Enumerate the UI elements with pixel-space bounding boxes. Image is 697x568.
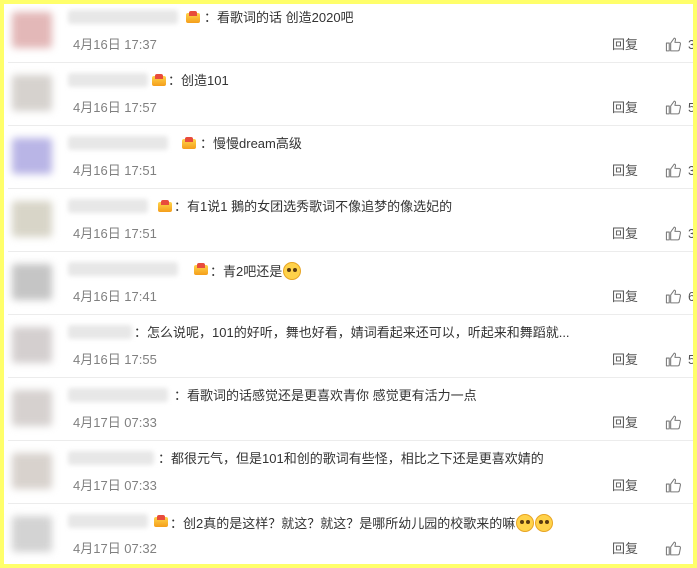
thumbs-up-icon <box>665 226 681 240</box>
comment-body: 创造101 <box>181 73 229 88</box>
comment-item: ：创造101 4月16日 17:57 回复 5 <box>8 63 693 126</box>
like-button[interactable] <box>665 476 688 494</box>
reply-button[interactable]: 回复 <box>612 415 638 431</box>
username-blurred[interactable] <box>68 136 168 150</box>
avatar[interactable] <box>12 516 52 552</box>
comment-text: ：创2真的是这样？就这？就这？是哪所幼儿园的校歌来的嘛 <box>170 514 554 532</box>
comment-body: 都很元气，但是101和创的歌词有些怪，相比之下还是更喜欢婧的 <box>171 451 544 466</box>
avatar[interactable] <box>12 453 52 489</box>
comment-text: ：慢慢dream高级 <box>200 136 302 151</box>
comment-item: ：有1说1 鵝的女团选秀歌词不像追梦的像选妃的 4月16日 17:51 回复 3 <box>8 189 693 252</box>
thumbs-up-icon <box>665 37 681 51</box>
reply-button[interactable]: 回复 <box>612 289 638 305</box>
username-blurred[interactable] <box>68 325 132 339</box>
avatar[interactable] <box>12 201 52 237</box>
surprised-face-icon <box>516 514 535 532</box>
comment-text: ：看歌词的话 创造2020吧 <box>204 10 354 25</box>
comment-text: ：有1说1 鵝的女团选秀歌词不像追梦的像选妃的 <box>174 199 453 214</box>
thumbs-up-icon <box>665 478 681 492</box>
thumbs-up-icon <box>665 541 681 555</box>
like-count: 3 <box>688 162 696 178</box>
reply-button[interactable]: 回复 <box>612 226 638 242</box>
like-button[interactable]: 3 <box>665 224 696 242</box>
comment-item: ：青2吧还是 4月16日 17:41 回复 6 <box>8 252 693 315</box>
comment-body: 看歌词的话感觉还是更喜欢青你 感觉更有活力一点 <box>187 388 477 403</box>
like-button[interactable]: 3 <box>665 35 696 53</box>
comment-time: 4月16日 17:51 <box>73 226 157 241</box>
avatar[interactable] <box>12 138 52 174</box>
like-button[interactable]: 5 <box>665 98 696 116</box>
comment-time: 4月16日 17:37 <box>73 37 157 52</box>
comment-item: ：怎么说呢，101的好听，舞也好看，婧词看起来还可以，听起来和舞蹈就... 4月… <box>8 315 693 378</box>
vip-badge-icon <box>186 11 200 23</box>
like-count: 3 <box>688 36 696 52</box>
like-count: 5 <box>688 99 696 115</box>
avatar[interactable] <box>12 327 52 363</box>
username-blurred[interactable] <box>68 10 178 24</box>
comment-text: ：创造101 <box>168 73 229 88</box>
reply-button[interactable]: 回复 <box>612 541 638 557</box>
username-blurred[interactable] <box>68 451 154 465</box>
comment-time: 4月17日 07:32 <box>73 541 157 556</box>
like-count: 3 <box>688 225 696 241</box>
username-blurred[interactable] <box>68 262 178 276</box>
comment-body: 有1说1 鵝的女团选秀歌词不像追梦的像选妃的 <box>187 199 453 214</box>
vip-badge-icon <box>158 200 172 212</box>
thumbs-up-icon <box>665 163 681 177</box>
reply-button[interactable]: 回复 <box>612 37 638 53</box>
vip-badge-icon <box>152 74 166 86</box>
vip-badge-icon <box>154 515 168 527</box>
comment-time: 4月17日 07:33 <box>73 415 157 430</box>
vip-badge-icon <box>182 137 196 149</box>
comment-text: ：看歌词的话感觉还是更喜欢青你 感觉更有活力一点 <box>174 388 477 403</box>
avatar[interactable] <box>12 12 52 48</box>
like-button[interactable] <box>665 413 688 431</box>
comment-text: ：怎么说呢，101的好听，舞也好看，婧词看起来还可以，听起来和舞蹈就... <box>134 325 570 340</box>
thumbs-up-icon <box>665 100 681 114</box>
avatar[interactable] <box>12 390 52 426</box>
comment-time: 4月16日 17:57 <box>73 100 157 115</box>
comment-body: 看歌词的话 创造2020吧 <box>217 10 354 25</box>
comment-item: ：创2真的是这样？就这？就这？是哪所幼儿园的校歌来的嘛 4月17日 07:32 … <box>8 504 693 564</box>
comment-item: ：看歌词的话感觉还是更喜欢青你 感觉更有活力一点 4月17日 07:33 回复 <box>8 378 693 441</box>
reply-button[interactable]: 回复 <box>612 100 638 116</box>
comment-list: ：看歌词的话 创造2020吧 4月16日 17:37 回复 3 ：创造101 4… <box>8 4 696 564</box>
like-button[interactable]: 3 <box>665 161 696 179</box>
comment-body: 青2吧还是 <box>223 264 283 279</box>
like-button[interactable]: 6 <box>665 287 696 305</box>
surprised-face-icon <box>535 514 554 532</box>
like-button[interactable] <box>665 539 688 557</box>
reply-button[interactable]: 回复 <box>612 163 638 179</box>
comment-time: 4月16日 17:51 <box>73 163 157 178</box>
vip-badge-icon <box>194 263 208 275</box>
like-count: 5 <box>688 351 696 367</box>
comment-body: 创2真的是这样？就这？就这？是哪所幼儿园的校歌来的嘛 <box>183 516 516 531</box>
avatar[interactable] <box>12 264 52 300</box>
thumbs-up-icon <box>665 415 681 429</box>
comment-time: 4月16日 17:55 <box>73 352 157 367</box>
comment-item: ：看歌词的话 创造2020吧 4月16日 17:37 回复 3 <box>8 4 696 63</box>
like-button[interactable]: 5 <box>665 350 696 368</box>
comment-text: ：都很元气，但是101和创的歌词有些怪，相比之下还是更喜欢婧的 <box>158 451 544 466</box>
thumbs-up-icon <box>665 289 681 303</box>
username-blurred[interactable] <box>68 73 148 87</box>
reply-button[interactable]: 回复 <box>612 478 638 494</box>
comment-time: 4月16日 17:41 <box>73 289 157 304</box>
username-blurred[interactable] <box>68 514 148 528</box>
reply-button[interactable]: 回复 <box>612 352 638 368</box>
thumbs-up-icon <box>665 352 681 366</box>
comment-text: ：青2吧还是 <box>210 262 302 280</box>
comment-body: 慢慢dream高级 <box>213 136 302 151</box>
surprised-face-icon <box>283 262 302 280</box>
username-blurred[interactable] <box>68 388 168 402</box>
comment-time: 4月17日 07:33 <box>73 478 157 493</box>
comment-item: ：慢慢dream高级 4月16日 17:51 回复 3 <box>8 126 693 189</box>
username-blurred[interactable] <box>68 199 148 213</box>
avatar[interactable] <box>12 75 52 111</box>
like-count: 6 <box>688 288 696 304</box>
comment-panel: ：看歌词的话 创造2020吧 4月16日 17:37 回复 3 ：创造101 4… <box>0 0 697 568</box>
comment-item: ：都很元气，但是101和创的歌词有些怪，相比之下还是更喜欢婧的 4月17日 07… <box>8 441 693 504</box>
comment-body: 怎么说呢，101的好听，舞也好看，婧词看起来还可以，听起来和舞蹈就... <box>147 325 570 340</box>
